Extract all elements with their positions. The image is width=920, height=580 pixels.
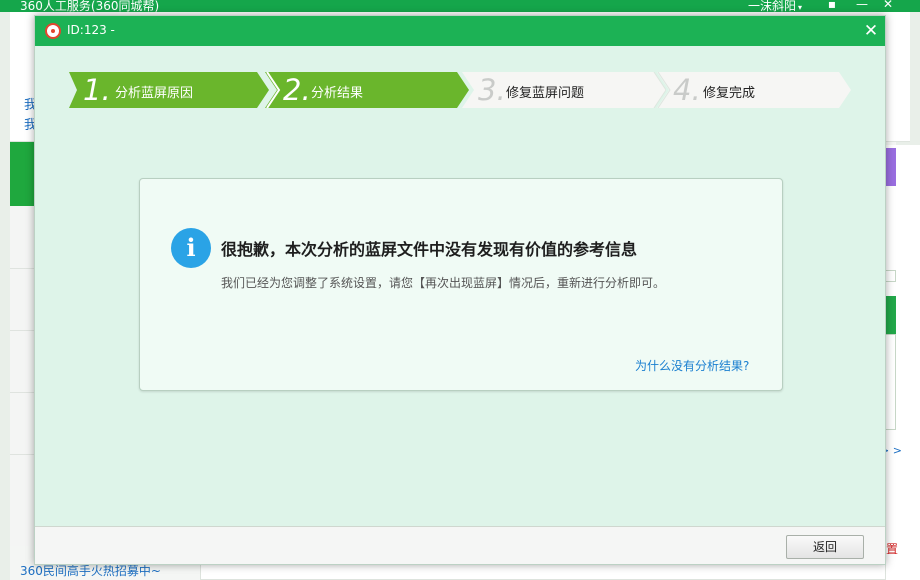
info-icon: i: [171, 228, 211, 268]
lifebuoy-logo-icon: [45, 23, 61, 39]
step-label: 分析结果: [311, 86, 364, 101]
step-fix-complete: 4. 修复完成: [657, 72, 851, 108]
background-purple-card[interactable]: [886, 148, 896, 186]
analysis-dialog: ID:123 - ✕ 1. 分析蓝屏原因 2. 分析结果 3. 修复蓝屏问题 4…: [34, 15, 886, 565]
step-analysis-result: 2. 分析结果: [265, 72, 469, 108]
background-red-text: 置: [886, 542, 899, 556]
step-analyze-cause: 1. 分析蓝屏原因: [69, 72, 269, 108]
background-right-box: [886, 334, 896, 430]
step-number: 3.: [478, 73, 506, 107]
user-menu[interactable]: 一沫斜阳 ▾: [748, 0, 802, 14]
progress-steps: 1. 分析蓝屏原因 2. 分析结果 3. 修复蓝屏问题 4. 修复完成: [69, 72, 851, 108]
close-icon[interactable]: ✕: [861, 20, 881, 42]
step-label: 修复完成: [703, 86, 756, 101]
chat-icon[interactable]: ▪: [822, 0, 842, 11]
chevron-down-icon: ▾: [798, 3, 803, 12]
step-fix-problem: 3. 修复蓝屏问题: [462, 72, 666, 108]
message-title: 很抱歉，本次分析的蓝屏文件中没有发现有价值的参考信息: [221, 240, 638, 259]
dialog-titlebar: ID:123 - ✕: [35, 16, 885, 46]
background-green-card[interactable]: [886, 296, 896, 334]
app-close-button[interactable]: ✕: [878, 0, 898, 11]
app-titlebar: 360人工服务(360同城帮) 一沫斜阳 ▾ ▪ — ✕: [0, 0, 920, 14]
dialog-footer: 返回: [35, 526, 885, 564]
user-name: 一沫斜阳: [748, 0, 797, 13]
message-body: 我们已经为您调整了系统设置，请您【再次出现蓝屏】情况后，重新进行分析即可。: [221, 276, 666, 290]
step-number: 4.: [673, 73, 701, 107]
step-label: 分析蓝屏原因: [115, 86, 194, 101]
background-sidebar: [10, 206, 36, 546]
app-title: 360人工服务(360同城帮): [20, 0, 160, 13]
back-button[interactable]: 返回: [786, 535, 864, 559]
dialog-title: ID:123 -: [67, 23, 115, 37]
step-number: 2.: [283, 73, 311, 107]
minimize-button[interactable]: —: [852, 0, 872, 11]
why-no-result-link[interactable]: 为什么没有分析结果?: [635, 357, 749, 374]
background-right-card: [886, 270, 896, 282]
step-number: 1.: [83, 73, 111, 107]
step-label: 修复蓝屏问题: [506, 86, 585, 101]
result-message-box: i 很抱歉，本次分析的蓝屏文件中没有发现有价值的参考信息 我们已经为您调整了系统…: [139, 178, 783, 391]
